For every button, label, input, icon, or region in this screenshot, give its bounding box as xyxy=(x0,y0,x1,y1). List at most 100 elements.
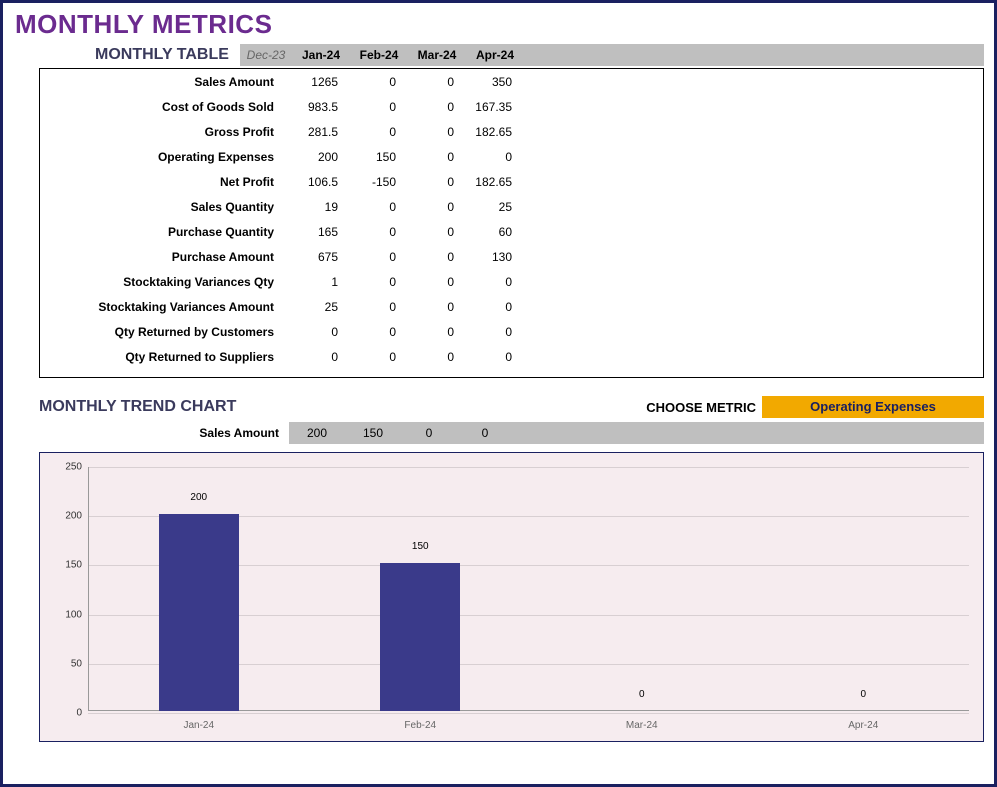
row-cell: 0 xyxy=(402,300,460,314)
month-header-prev: Dec-23 xyxy=(240,48,292,62)
trend-data-row: Sales Amount 200 150 0 0 xyxy=(39,422,984,444)
trend-val-0: 200 xyxy=(289,426,345,440)
y-tick-label: 50 xyxy=(52,658,82,669)
row-cell: 281.5 xyxy=(286,125,344,139)
row-label: Net Profit xyxy=(40,175,286,189)
row-cell: 0 xyxy=(402,200,460,214)
y-tick-label: 250 xyxy=(52,462,82,473)
bar-value-label: 0 xyxy=(602,689,682,700)
row-label: Qty Returned to Suppliers xyxy=(40,350,286,364)
row-label: Sales Quantity xyxy=(40,200,286,214)
row-cell: 0 xyxy=(402,125,460,139)
row-cell: 0 xyxy=(344,275,402,289)
table-row: Purchase Amount67500130 xyxy=(40,244,983,269)
trend-chart-header: MONTHLY TREND CHART CHOOSE METRIC Operat… xyxy=(39,396,994,418)
row-cell: -150 xyxy=(344,175,402,189)
row-cell: 0 xyxy=(344,325,402,339)
row-cell: 0 xyxy=(402,275,460,289)
row-label: Stocktaking Variances Qty xyxy=(40,275,286,289)
chart-bar xyxy=(380,563,460,711)
row-cell: 0 xyxy=(402,250,460,264)
monthly-table-title: MONTHLY TABLE xyxy=(95,46,240,64)
metric-select[interactable]: Operating Expenses xyxy=(762,396,984,418)
grid-line xyxy=(88,713,969,714)
row-cell: 130 xyxy=(460,250,518,264)
row-cell: 0 xyxy=(402,150,460,164)
row-label: Purchase Quantity xyxy=(40,225,286,239)
row-cell: 0 xyxy=(402,100,460,114)
row-cell: 350 xyxy=(460,75,518,89)
table-row: Gross Profit281.500182.65 xyxy=(40,119,983,144)
row-cell: 0 xyxy=(402,175,460,189)
y-axis xyxy=(88,467,89,711)
chart-bar xyxy=(159,514,239,711)
plot-area: 050100150200250200Jan-24150Feb-240Mar-24… xyxy=(88,467,969,711)
x-tick-label: Feb-24 xyxy=(380,720,460,731)
trend-chart-title: MONTHLY TREND CHART xyxy=(39,398,236,416)
table-row: Stocktaking Variances Qty1000 xyxy=(40,269,983,294)
trend-chart: 0 50 100 150 200 250 200 Jan-24 150 Feb-24 0 Mar-24… xyxy=(39,452,984,742)
row-label: Cost of Goods Sold xyxy=(40,100,286,114)
row-label: Gross Profit xyxy=(40,125,286,139)
row-cell: 0 xyxy=(460,275,518,289)
row-cell: 1265 xyxy=(286,75,344,89)
dashboard-container: MONTHLY METRICS MONTHLY TABLE Dec-23 Jan… xyxy=(0,0,997,787)
row-cell: 0 xyxy=(344,200,402,214)
row-cell: 0 xyxy=(344,250,402,264)
table-row: Cost of Goods Sold983.500167.35 xyxy=(40,94,983,119)
table-row: Purchase Quantity1650060 xyxy=(40,219,983,244)
bar-value-label: 150 xyxy=(380,541,460,552)
month-header-bar: Dec-23 Jan-24 Feb-24 Mar-24 Apr-24 xyxy=(240,44,984,66)
row-cell: 0 xyxy=(344,300,402,314)
month-header-apr: Apr-24 xyxy=(466,48,524,62)
trend-row-label: Sales Amount xyxy=(39,426,289,440)
grid-line xyxy=(88,467,969,468)
trend-val-2: 0 xyxy=(401,426,457,440)
row-cell: 182.65 xyxy=(460,125,518,139)
row-cell: 0 xyxy=(344,75,402,89)
month-header-jan: Jan-24 xyxy=(292,48,350,62)
row-cell: 0 xyxy=(402,225,460,239)
row-cell: 0 xyxy=(344,100,402,114)
row-cell: 165 xyxy=(286,225,344,239)
row-cell: 0 xyxy=(402,325,460,339)
y-tick-label: 200 xyxy=(52,511,82,522)
row-cell: 983.5 xyxy=(286,100,344,114)
bar-value-label: 200 xyxy=(159,492,239,503)
row-cell: 0 xyxy=(344,125,402,139)
monthly-table-header: MONTHLY TABLE Dec-23 Jan-24 Feb-24 Mar-2… xyxy=(95,44,994,66)
row-cell: 19 xyxy=(286,200,344,214)
row-cell: 0 xyxy=(402,75,460,89)
choose-metric-wrap: CHOOSE METRIC Operating Expenses xyxy=(646,396,984,418)
row-cell: 150 xyxy=(344,150,402,164)
x-tick-label: Jan-24 xyxy=(159,720,239,731)
row-cell: 0 xyxy=(460,325,518,339)
row-cell: 1 xyxy=(286,275,344,289)
y-tick-label: 100 xyxy=(52,609,82,620)
row-cell: 0 xyxy=(402,350,460,364)
trend-values-bar: 200 150 0 0 xyxy=(289,422,984,444)
y-tick-label: 150 xyxy=(52,560,82,571)
table-row: Net Profit106.5-1500182.65 xyxy=(40,169,983,194)
row-cell: 675 xyxy=(286,250,344,264)
y-tick-label: 0 xyxy=(52,708,82,719)
row-cell: 200 xyxy=(286,150,344,164)
table-row: Sales Amount126500350 xyxy=(40,69,983,94)
row-label: Stocktaking Variances Amount xyxy=(40,300,286,314)
month-header-feb: Feb-24 xyxy=(350,48,408,62)
table-row: Qty Returned by Customers0000 xyxy=(40,319,983,344)
x-tick-label: Mar-24 xyxy=(602,720,682,731)
row-label: Qty Returned by Customers xyxy=(40,325,286,339)
row-cell: 0 xyxy=(344,225,402,239)
trend-val-3: 0 xyxy=(457,426,513,440)
trend-val-1: 150 xyxy=(345,426,401,440)
row-label: Sales Amount xyxy=(40,75,286,89)
table-row: Qty Returned to Suppliers0000 xyxy=(40,344,983,369)
table-row: Operating Expenses20015000 xyxy=(40,144,983,169)
row-cell: 0 xyxy=(460,350,518,364)
table-row: Stocktaking Variances Amount25000 xyxy=(40,294,983,319)
row-label: Purchase Amount xyxy=(40,250,286,264)
row-cell: 0 xyxy=(344,350,402,364)
row-cell: 182.65 xyxy=(460,175,518,189)
row-cell: 0 xyxy=(286,325,344,339)
